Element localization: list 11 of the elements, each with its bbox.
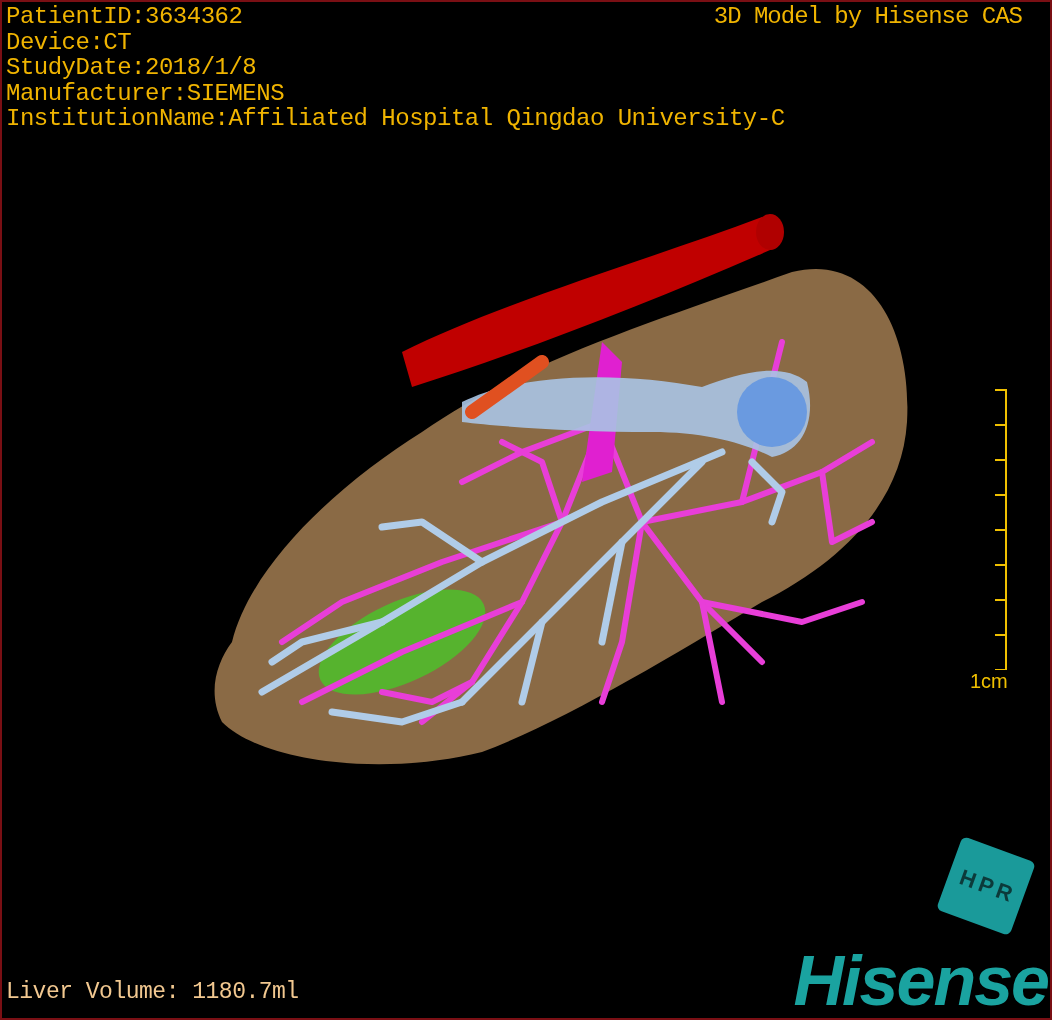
study-info-text: Manufacturer:SIEMENS [6, 80, 285, 106]
study-info-text: InstitutionName:Affiliated Hospital Qingdao University-C [6, 106, 785, 132]
brand-logo: Hisense [793, 946, 1048, 1016]
study-info-text: StudyDate:2018/1/8 [6, 55, 257, 81]
scale-label: 1cm [970, 670, 1008, 692]
liver-volume-text: Liver Volume: 1180.7ml [6, 979, 299, 1005]
model-credit-text: 3D Model by Hisense CAS [713, 4, 1022, 29]
study-info-text: Device:CT [6, 29, 132, 55]
orientation-cube[interactable]: H P R [936, 836, 1036, 936]
scale-ruler-icon [993, 388, 1008, 670]
study-info-text: PatientID:3634362 [6, 4, 243, 30]
